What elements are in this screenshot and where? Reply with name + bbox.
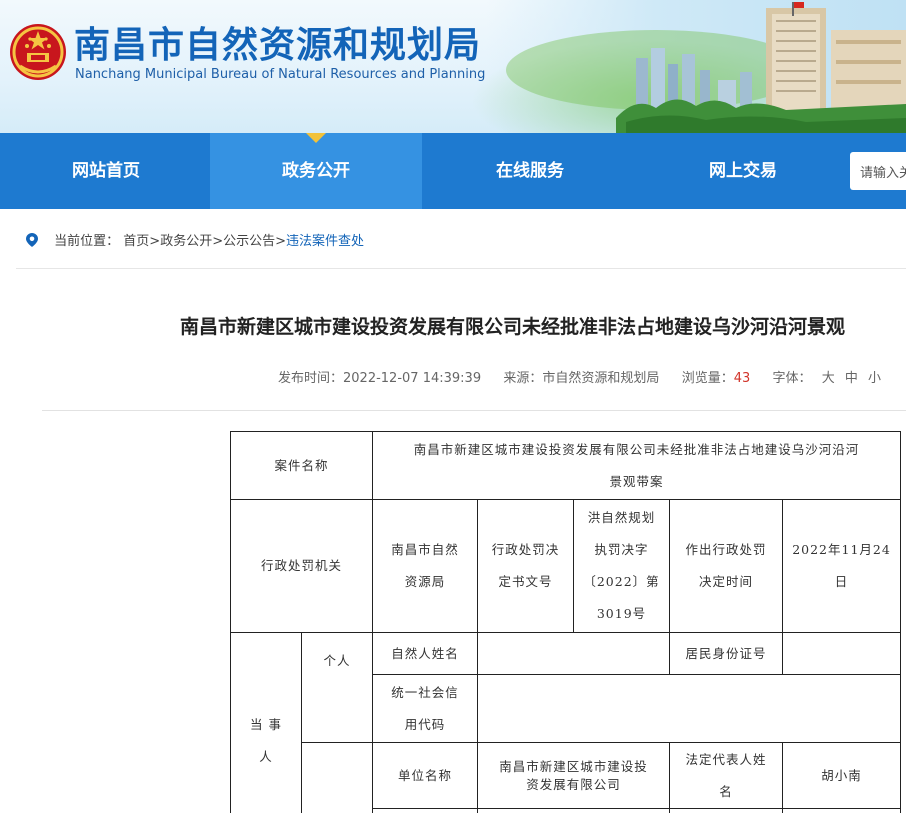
- nav-item-label: 网上交易: [709, 161, 777, 181]
- views-count: 43: [733, 371, 751, 386]
- individual-label: 个人: [301, 632, 373, 743]
- publish-time: 2022-12-07 14:39:39: [343, 371, 482, 386]
- id-number-value: [782, 632, 901, 675]
- views-label: 浏览量：: [681, 371, 734, 386]
- font-size-large-button[interactable]: 大: [822, 371, 835, 386]
- nav-item-online-services[interactable]: 在线服务: [424, 133, 636, 209]
- main-nav: 网站首页 政务公开 在线服务 网上交易: [0, 133, 906, 209]
- font-size-small-button[interactable]: 小: [868, 371, 881, 386]
- unit-name-value: 南昌市新建区城市建设投 资发展有限公司: [477, 742, 670, 809]
- location-pin-icon: [26, 232, 38, 247]
- breadcrumb-current[interactable]: 违法案件查处: [286, 234, 364, 249]
- natural-person-name-value: [477, 632, 670, 675]
- doc-number-label: 行政处罚决 定书文号: [477, 499, 574, 633]
- table-cell: [669, 808, 783, 813]
- case-name-value: 南昌市新建区城市建设投资发展有限公司未经批准非法占地建设乌沙河沿河 景观带案: [372, 431, 901, 500]
- article-title: 南昌市新建区城市建设投资发展有限公司未经批准非法占地建设乌沙河沿河景观: [180, 316, 846, 338]
- authority-label: 行政处罚机关: [230, 499, 373, 633]
- active-indicator-arrow-icon: [306, 133, 326, 143]
- breadcrumb-prefix: 当前位置：: [54, 234, 120, 249]
- publish-label: 发布时间：: [278, 371, 344, 386]
- site-title: 南昌市自然资源和规划局: [74, 25, 482, 66]
- table-cell: [782, 808, 901, 813]
- table-cell: [372, 808, 478, 813]
- source-value: 市自然资源和规划局: [542, 371, 660, 386]
- authority-value: 南昌市自然 资源局: [372, 499, 478, 633]
- credit-code-value: [477, 674, 901, 743]
- natural-person-name-label: 自然人姓名: [372, 632, 478, 675]
- nav-item-government-affairs[interactable]: 政务公开: [210, 133, 422, 209]
- legal-rep-label: 法定代表人姓名: [669, 742, 783, 809]
- decision-time-label: 作出行政处罚 决定时间: [669, 499, 783, 633]
- site-subtitle: Nanchang Municipal Bureau of Natural Res…: [75, 67, 486, 82]
- font-size-label: 字体：: [772, 371, 812, 386]
- table-cell: [477, 808, 670, 813]
- nav-item-home[interactable]: 网站首页: [0, 133, 212, 209]
- article-meta: 发布时间：2022-12-07 14:39:39 来源：市自然资源和规划局 浏览…: [278, 367, 881, 386]
- national-emblem-icon: [10, 24, 66, 80]
- doc-number-value: 洪自然规划 执罚决字 〔2022〕第 3019号: [573, 499, 670, 633]
- case-info-table: 案件名称 南昌市新建区城市建设投资发展有限公司未经批准非法占地建设乌沙河沿河 景…: [230, 431, 901, 813]
- nav-item-label: 网站首页: [72, 161, 140, 181]
- breadcrumb: 当前位置： 首页>政务公开>公示公告>违法案件查处: [26, 230, 364, 250]
- city-skyline-illustration: [506, 2, 906, 133]
- unit-blank: [301, 742, 373, 813]
- divider: [42, 410, 906, 411]
- font-size-medium-button[interactable]: 中: [845, 371, 858, 386]
- search-placeholder: 请输入关: [860, 166, 906, 181]
- party-label: 当 事人: [230, 632, 302, 813]
- source-label: 来源：: [503, 371, 543, 386]
- nav-item-online-trading[interactable]: 网上交易: [637, 133, 849, 209]
- site-header: 南昌市自然资源和规划局 Nanchang Municipal Bureau of…: [0, 0, 906, 133]
- case-name-label: 案件名称: [230, 431, 373, 500]
- divider: [16, 268, 906, 269]
- nav-item-label: 政务公开: [282, 161, 350, 181]
- credit-code-label: 统一社会信 用代码: [372, 674, 478, 743]
- breadcrumb-path[interactable]: 首页>政务公开>公示公告>: [123, 234, 286, 249]
- unit-name-label: 单位名称: [372, 742, 478, 809]
- id-number-label: 居民身份证号: [669, 632, 783, 675]
- nav-item-label: 在线服务: [496, 161, 564, 181]
- decision-time-value: 2022年11月24 日: [782, 499, 901, 633]
- legal-rep-value: 胡小南: [782, 742, 901, 809]
